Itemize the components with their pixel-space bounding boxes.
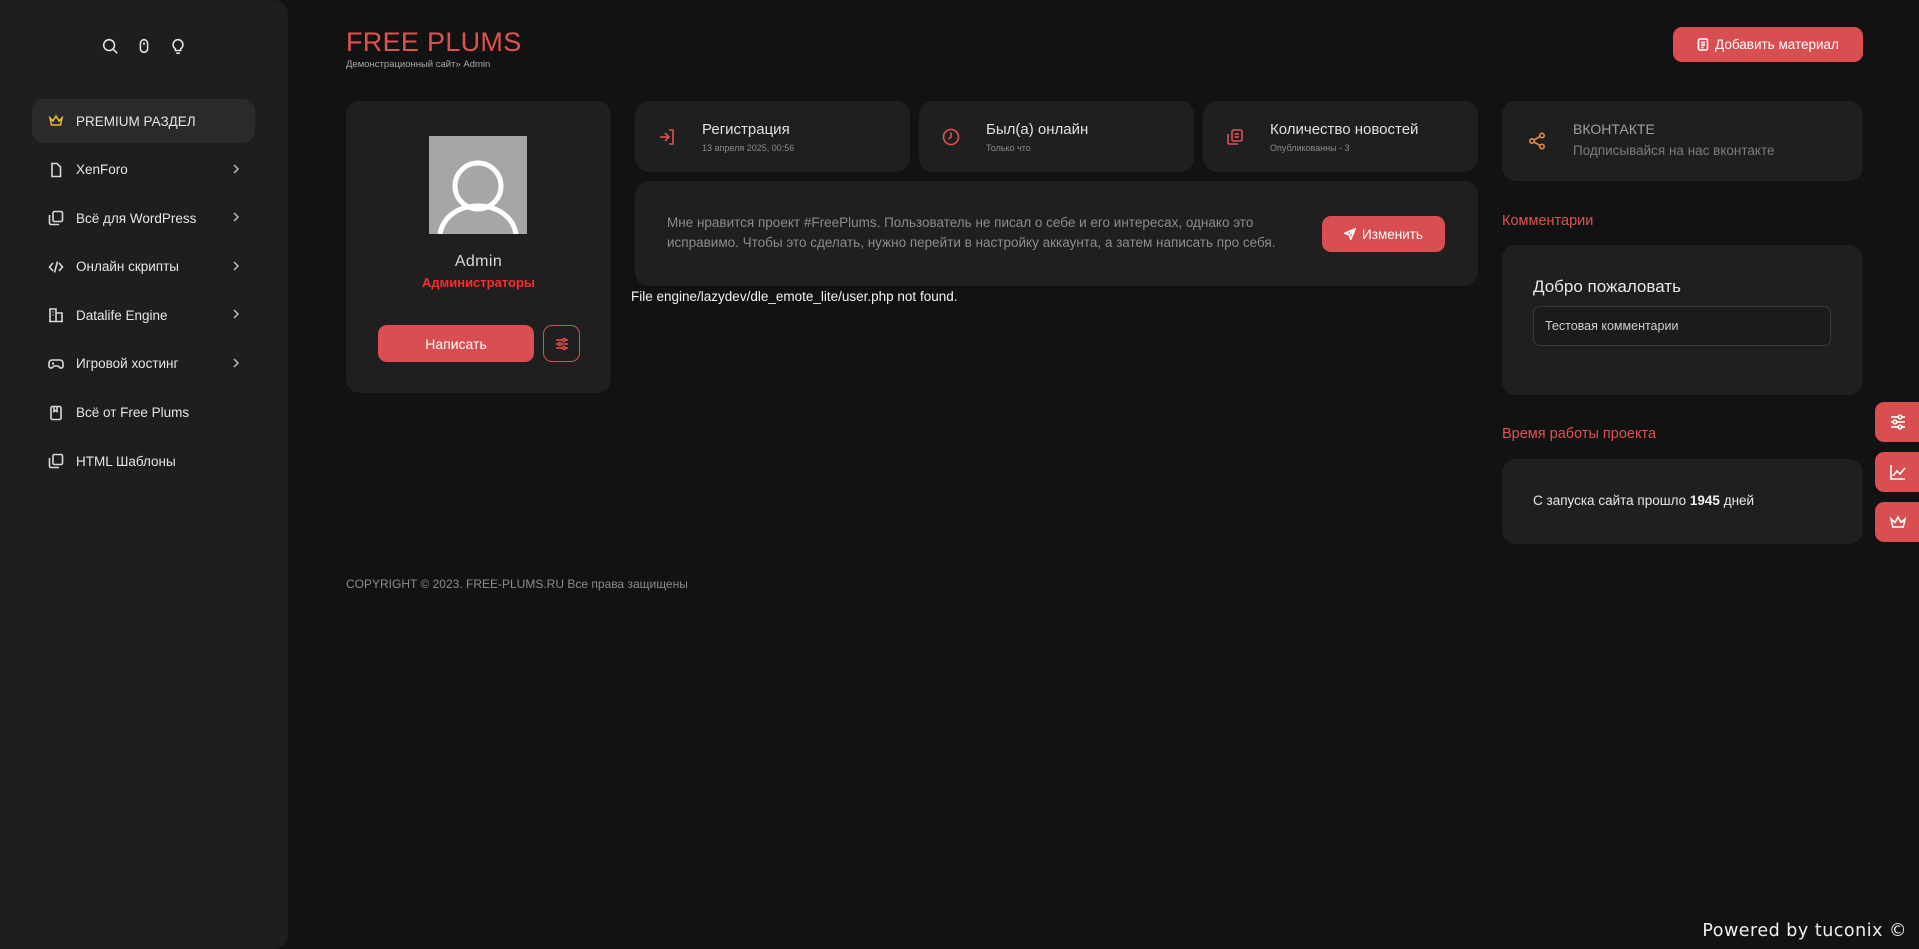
- building-icon: [48, 307, 64, 323]
- copy-icon: [1225, 127, 1245, 147]
- online-card: Был(а) онлайн Только что: [919, 101, 1194, 172]
- sidebar-menu: PREMIUM РАЗДЕЛ XenForo Всё для WordPress…: [32, 99, 255, 488]
- float-settings-button[interactable]: [1875, 402, 1919, 442]
- chevron-right-icon: [231, 356, 241, 368]
- mouse-icon[interactable]: [134, 34, 154, 58]
- comments-card: Добро пожаловать: [1502, 245, 1863, 395]
- vk-title: ВКОНТАКТЕ: [1573, 121, 1655, 137]
- about-text: Мне нравится проект #FreePlums. Пользова…: [667, 215, 1276, 250]
- sidebar-item-label: Онлайн скрипты: [76, 259, 179, 275]
- float-premium-button[interactable]: [1875, 502, 1919, 542]
- add-material-label: Добавить материал: [1715, 37, 1839, 52]
- edit-button-label: Изменить: [1362, 226, 1423, 242]
- chevron-right-icon: [231, 307, 241, 319]
- online-title: Был(а) онлайн: [986, 121, 1089, 138]
- uptime-text: С запуска сайта прошло 1945 дней: [1533, 493, 1754, 508]
- sliders-icon: [1891, 414, 1905, 430]
- registration-card: Регистрация 13 апреля 2025, 00:56: [635, 101, 910, 172]
- sidebar-item-game-hosting[interactable]: Игровой хостинг: [32, 342, 255, 386]
- chevron-right-icon: [231, 210, 241, 222]
- edit-button[interactable]: Изменить: [1322, 216, 1445, 252]
- book-icon: [48, 405, 64, 421]
- chart-line-icon: [1890, 465, 1906, 480]
- write-message-button[interactable]: Написать: [378, 325, 534, 362]
- profile-group: Администраторы: [421, 275, 536, 290]
- registration-title: Регистрация: [702, 121, 790, 138]
- sidebar-item-label: HTML Шаблоны: [76, 453, 176, 469]
- sidebar-item-premium[interactable]: PREMIUM РАЗДЕЛ: [32, 99, 255, 143]
- error-message: File engine/lazydev/dle_emote_lite/user.…: [631, 289, 958, 304]
- sidebar-item-label: PREMIUM РАЗДЕЛ: [76, 113, 196, 129]
- copy-icon: [48, 210, 64, 226]
- profile-settings-button[interactable]: [543, 325, 580, 362]
- search-icon[interactable]: [100, 34, 120, 58]
- registration-date: 13 апреля 2025, 00:56: [702, 143, 795, 153]
- sign-in-icon: [657, 127, 677, 147]
- code-icon: [48, 259, 64, 275]
- float-stats-button[interactable]: [1875, 452, 1919, 492]
- sidebar-item-online-scripts[interactable]: Онлайн скрипты: [32, 245, 255, 289]
- vk-subtitle: Подписывайся на нас вконтакте: [1573, 143, 1775, 158]
- news-count-title: Количество новостей: [1270, 121, 1419, 138]
- vk-card[interactable]: ВКОНТАКТЕ Подписывайся на нас вконтакте: [1502, 101, 1863, 181]
- online-status: Только что: [986, 143, 1031, 153]
- profile-name: Admin: [454, 253, 503, 270]
- user-placeholder-icon: [429, 136, 527, 234]
- sidebar-item-label: Игровой хостинг: [76, 356, 179, 372]
- powered-by[interactable]: Powered by tuconix ©: [1702, 921, 1907, 941]
- sidebar-item-label: XenForo: [76, 162, 128, 178]
- sidebar-item-datalife[interactable]: Datalife Engine: [32, 293, 255, 337]
- about-card: Мне нравится проект #FreePlums. Пользова…: [635, 181, 1478, 286]
- welcome-heading: Добро пожаловать: [1533, 277, 1681, 296]
- sidebar-item-label: Всё от Free Plums: [76, 405, 190, 421]
- sidebar-item-label: Datalife Engine: [76, 307, 168, 323]
- lightbulb-icon[interactable]: [168, 34, 188, 58]
- comment-input[interactable]: [1533, 306, 1831, 346]
- share-icon: [1527, 131, 1547, 151]
- sidebar-item-xenforo[interactable]: XenForo: [32, 148, 255, 192]
- profile-card: Admin Администраторы Написать: [346, 101, 611, 393]
- file-icon: [48, 162, 64, 178]
- site-title[interactable]: FREE PLUMS: [346, 27, 522, 58]
- chevron-right-icon: [231, 259, 241, 271]
- send-icon: [1344, 228, 1357, 240]
- uptime-card: С запуска сайта прошло 1945 дней: [1502, 459, 1863, 544]
- add-material-button[interactable]: Добавить материал: [1673, 27, 1863, 62]
- news-count-card: Количество новостей Опубликованны - 3: [1203, 101, 1478, 172]
- comments-section-title: Комментарии: [1502, 213, 1594, 229]
- gamepad-icon: [48, 356, 64, 372]
- sidebar-item-free-plums[interactable]: Всё от Free Plums: [32, 391, 255, 435]
- crown-icon: [1889, 515, 1907, 528]
- sidebar-tools: [100, 34, 188, 58]
- crown-icon: [48, 113, 64, 129]
- sliders-icon: [555, 337, 568, 350]
- clock-icon: [941, 127, 961, 147]
- site-subtitle: Демонстрационный сайт» Admin: [346, 59, 491, 70]
- sidebar-item-label: Всё для WordPress: [76, 210, 197, 226]
- uptime-section-title: Время работы проекта: [1502, 426, 1657, 442]
- sidebar: PREMIUM РАЗДЕЛ XenForo Всё для WordPress…: [0, 0, 288, 949]
- sidebar-item-html-templates[interactable]: HTML Шаблоны: [32, 439, 255, 483]
- document-icon: [1697, 38, 1709, 51]
- avatar: [429, 136, 527, 234]
- uptime-days: 1945: [1689, 493, 1720, 508]
- uptime-prefix: С запуска сайта прошло: [1533, 493, 1687, 508]
- sidebar-item-wordpress[interactable]: Всё для WordPress: [32, 196, 255, 240]
- news-count-value: Опубликованны - 3: [1270, 143, 1350, 153]
- chevron-right-icon: [231, 162, 241, 174]
- uptime-suffix: дней: [1723, 493, 1755, 508]
- footer-copyright: COPYRIGHT © 2023. FREE-PLUMS.RU Все прав…: [346, 577, 688, 591]
- copy-icon: [48, 453, 64, 469]
